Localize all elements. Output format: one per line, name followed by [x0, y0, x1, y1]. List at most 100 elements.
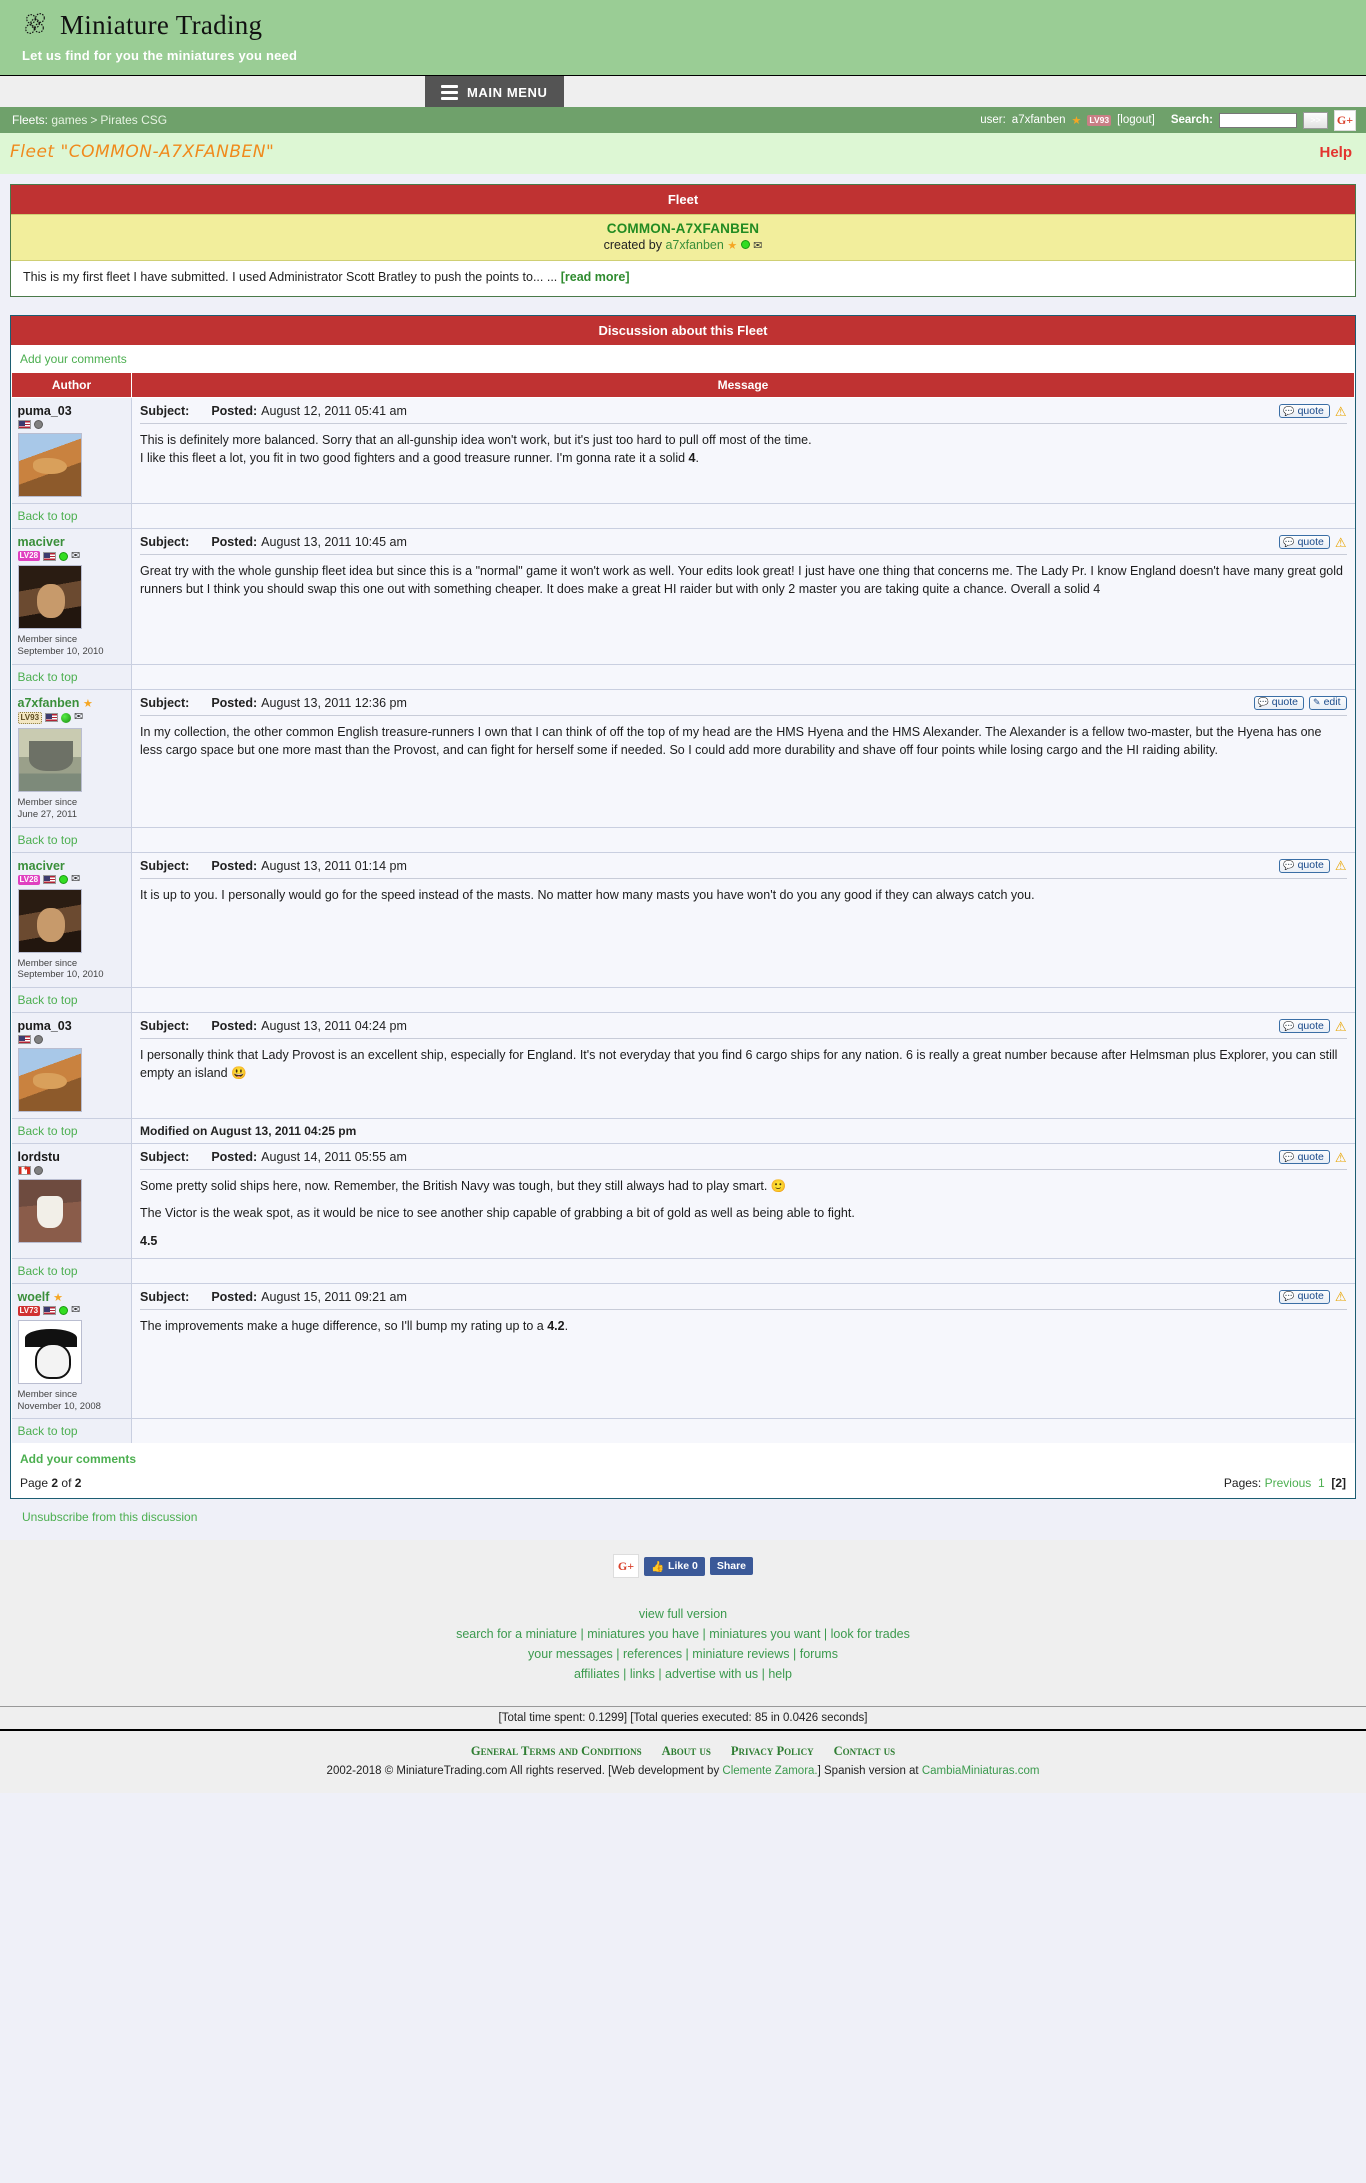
edit-button[interactable]: ✎ edit — [1309, 695, 1347, 710]
posted-label: Posted: — [211, 1150, 258, 1165]
post-meta: Subject: Posted: August 14, 2011 05:55 am 💬… — [140, 1150, 1347, 1169]
help-link[interactable]: Help — [1319, 144, 1352, 161]
posts-header-row: Author Message — [11, 372, 1355, 398]
member-since: Member since September 10, 2010 — [17, 957, 104, 981]
footer-link-r2-1[interactable]: miniatures you have — [587, 1627, 699, 1641]
post-actions: 💬 quote ⚠ — [1279, 404, 1347, 418]
report-warning-icon[interactable]: ⚠ — [1335, 536, 1347, 549]
post-author-name[interactable]: maciver — [18, 859, 65, 873]
developer-link[interactable]: Clemente Zamora. — [722, 1765, 817, 1777]
google-plus-share-icon[interactable]: G+ — [612, 1554, 639, 1579]
copyright-pre: 2002-2018 © MiniatureTrading.com All rig… — [326, 1765, 723, 1778]
google-plus-icon[interactable]: G+ — [1334, 109, 1356, 131]
post-row: lordstu Subject: Posted:August 14, 2011 05… — [11, 1143, 1355, 1259]
footer-link-r3-2[interactable]: miniature reviews — [692, 1647, 789, 1661]
footer-link-r3-0[interactable]: your messages — [528, 1647, 613, 1661]
pagination-page-2-current[interactable]: [2] — [1331, 1476, 1346, 1490]
footer-link-r4-3[interactable]: help — [768, 1667, 792, 1681]
post-author-cell: maciver LV28 ✉ Member since September 10, 20… — [11, 528, 132, 665]
post-footer-row: Back to top Modified on August 13, 2011 0… — [11, 1118, 1355, 1144]
unsubscribe-link[interactable]: Unsubscribe from this discussion — [22, 1510, 197, 1524]
post-actions: 💬 quote ⚠ — [1279, 535, 1347, 549]
footer-link-r2-0[interactable]: search for a miniature — [456, 1627, 577, 1641]
back-to-top-link[interactable]: Back to top — [18, 1124, 78, 1138]
envelope-icon[interactable]: ✉ — [74, 712, 83, 723]
footer-link-r3-3[interactable]: forums — [800, 1647, 838, 1661]
quote-button[interactable]: 💬 quote — [1279, 1289, 1330, 1304]
footer-link-r4-2[interactable]: advertise with us — [665, 1667, 758, 1681]
page-total: 2 — [74, 1476, 82, 1491]
search-input[interactable] — [1219, 112, 1297, 128]
main-menu-button[interactable]: MAIN MENU — [425, 76, 564, 108]
post-author-name[interactable]: puma_03 — [18, 404, 72, 418]
back-to-top-link[interactable]: Back to top — [18, 1264, 78, 1278]
report-warning-icon[interactable]: ⚠ — [1335, 859, 1347, 872]
offline-status-icon — [33, 420, 43, 429]
pagination-page-1[interactable]: 1 — [1318, 1476, 1325, 1490]
breadcrumb-link-pirates-csg[interactable]: Pirates CSG — [100, 113, 167, 127]
quote-button[interactable]: 💬 quote — [1279, 404, 1330, 418]
footer-link-r4-0[interactable]: affiliates — [574, 1667, 620, 1681]
pagination-previous[interactable]: Previous — [1265, 1476, 1312, 1490]
report-warning-icon[interactable]: ⚠ — [1335, 1020, 1347, 1033]
envelope-icon[interactable]: ✉ — [71, 550, 80, 561]
quote-button[interactable]: 💬 quote — [1279, 1150, 1330, 1165]
subject-label: Subject: — [140, 535, 190, 549]
back-to-top-link[interactable]: Back to top — [18, 993, 78, 1007]
legal-link-1[interactable]: About us — [662, 1744, 711, 1758]
post-row: maciver LV28 ✉ Member since September 10, 20… — [11, 851, 1355, 988]
quote-button[interactable]: 💬 quote — [1279, 858, 1330, 873]
user-level-badge: LV28 — [17, 874, 41, 885]
post-author-name[interactable]: lordstu — [18, 1150, 60, 1164]
post-author-badges: LV28 ✉ — [17, 874, 126, 885]
back-to-top-link[interactable]: Back to top — [18, 1424, 78, 1438]
footer-links: view full version search for a miniature… — [0, 1604, 1366, 1684]
facebook-like-button[interactable]: 👍 Like 0 — [643, 1556, 705, 1576]
footer-link-r2-3[interactable]: look for trades — [831, 1627, 910, 1641]
facebook-share-button[interactable]: Share — [709, 1557, 754, 1576]
post-meta: Subject: Posted: August 13, 2011 12:36 pm 💬… — [140, 695, 1347, 715]
footer-link-r3-1[interactable]: references — [623, 1647, 682, 1661]
add-comments-link-bottom[interactable]: Add your comments — [20, 1452, 136, 1466]
footer-separator: | — [682, 1647, 693, 1662]
report-warning-icon[interactable]: ⚠ — [1335, 1151, 1347, 1164]
quote-button[interactable]: 💬 quote — [1279, 1019, 1330, 1034]
user-name[interactable]: a7xfanben — [1012, 114, 1066, 126]
legal-link-3[interactable]: Contact us — [834, 1744, 896, 1758]
add-comments-link-top[interactable]: Add your comments — [20, 352, 127, 366]
post-author-name[interactable]: maciver — [18, 535, 65, 549]
footer-link-view-full-version[interactable]: view full version — [639, 1607, 727, 1621]
spanish-site-link[interactable]: CambiaMiniaturas.com — [922, 1765, 1040, 1777]
legal-link-2[interactable]: Privacy Policy — [731, 1744, 814, 1758]
page-current: 2 — [51, 1476, 59, 1491]
search-go-button[interactable]: >> — [1303, 111, 1328, 129]
envelope-icon[interactable]: ✉ — [71, 874, 80, 885]
fleet-creator-link[interactable]: a7xfanben — [665, 238, 723, 252]
report-warning-icon[interactable]: ⚠ — [1335, 405, 1347, 418]
footer-link-r2-2[interactable]: miniatures you want — [709, 1627, 820, 1641]
envelope-icon[interactable]: ✉ — [753, 240, 762, 252]
post-footer-left: Back to top — [11, 503, 132, 529]
post-author-name[interactable]: a7xfanben — [18, 696, 80, 710]
post-paragraph: Great try with the whole gunship fleet i… — [140, 564, 1343, 597]
quote-button[interactable]: 💬 quote — [1253, 695, 1305, 710]
breadcrumb-link-games[interactable]: games — [51, 113, 87, 127]
post-body: The improvements make a huge difference,… — [140, 1317, 1347, 1335]
legal-link-0[interactable]: General Terms and Conditions — [471, 1744, 642, 1758]
post-author-name[interactable]: woelf — [18, 1290, 50, 1304]
report-warning-icon[interactable]: ⚠ — [1335, 1290, 1347, 1303]
quote-button[interactable]: 💬 quote — [1279, 535, 1330, 549]
post-footer-right — [131, 1418, 1355, 1444]
post-row: puma_03 Subject: Posted: August 12, 2011 05… — [11, 397, 1355, 504]
back-to-top-link[interactable]: Back to top — [18, 833, 78, 847]
star-icon: ★ — [53, 1291, 63, 1304]
envelope-icon[interactable]: ✉ — [71, 1305, 80, 1316]
back-to-top-link[interactable]: Back to top — [18, 670, 78, 684]
back-to-top-link[interactable]: Back to top — [18, 509, 78, 523]
logout-link[interactable]: [logout] — [1117, 114, 1155, 126]
post-author-name[interactable]: puma_03 — [18, 1019, 72, 1033]
page-info: Page 2 of 2 — [20, 1476, 81, 1490]
footer-link-r4-1[interactable]: links — [630, 1667, 655, 1681]
read-more-link[interactable]: [read more] — [561, 270, 630, 284]
posted-date: August 13, 2011 01:14 pm — [261, 858, 407, 873]
